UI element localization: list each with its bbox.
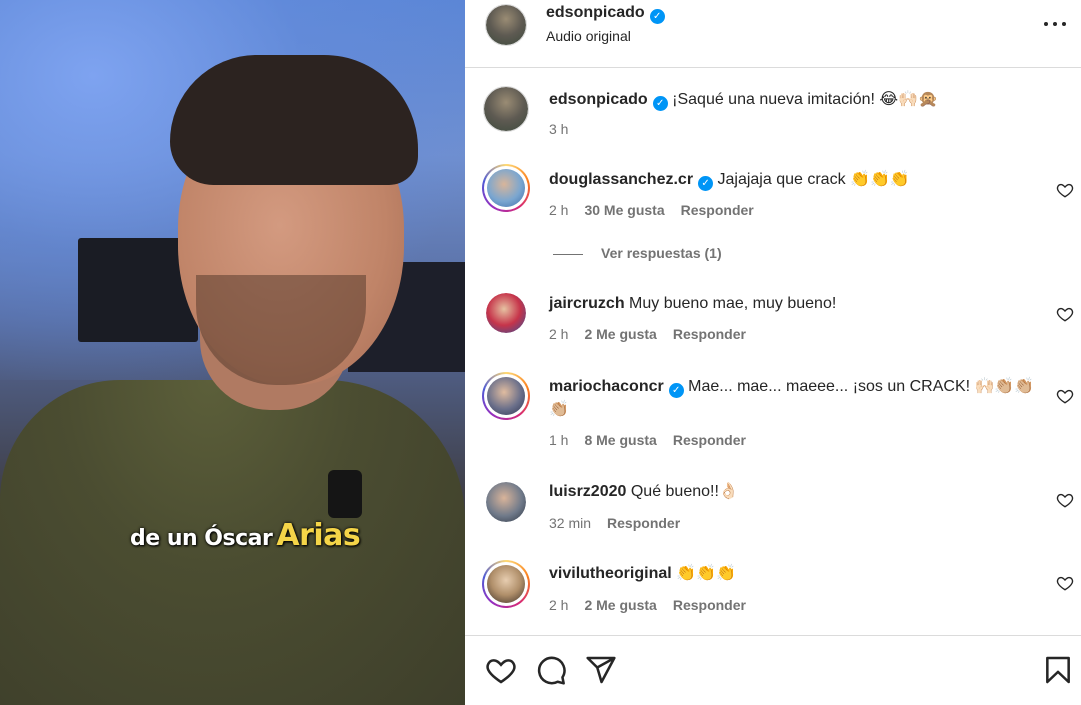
comment-text: 👏👏👏: [676, 565, 736, 582]
verified-badge-icon: ✓: [698, 176, 714, 191]
verified-badge-icon: ✓: [649, 9, 665, 24]
heart-icon[interactable]: [1056, 491, 1074, 509]
video-caption-big: Arias: [276, 518, 361, 553]
reply-button[interactable]: Responder: [673, 432, 746, 448]
comment-time: 2 h: [549, 326, 569, 342]
reply-button[interactable]: Responder: [607, 515, 680, 531]
caption-username[interactable]: edsonpicado: [549, 91, 648, 108]
heart-icon[interactable]: [485, 654, 517, 686]
view-replies-button[interactable]: Ver respuestas (1): [553, 245, 722, 261]
video-caption-small: de un Óscar: [130, 526, 273, 551]
heart-icon[interactable]: [1056, 387, 1074, 405]
caption-text: ¡Saqué una nueva imitación! 😂🙌🏻🙊: [672, 91, 938, 108]
comment-time: 2 h: [549, 202, 569, 218]
commenter-avatar[interactable]: [482, 372, 530, 420]
comment-icon[interactable]: [535, 654, 567, 686]
video-caption: de un Óscar Arias: [130, 518, 361, 553]
comment-username[interactable]: luisrz2020: [549, 483, 626, 500]
share-icon[interactable]: [585, 654, 617, 686]
video-person-hair: [170, 55, 418, 185]
post-action-bar: [465, 635, 1081, 705]
view-replies-label: Ver respuestas (1): [601, 245, 722, 261]
heart-icon[interactable]: [1056, 305, 1074, 323]
comment-text: Muy bueno mae, muy bueno!: [629, 295, 837, 312]
comment-text: Jajajaja que crack 👏👏👏: [717, 171, 910, 188]
author-avatar[interactable]: [485, 4, 527, 46]
comment-likes[interactable]: 30 Me gusta: [584, 202, 664, 218]
comment-likes[interactable]: 8 Me gusta: [584, 432, 656, 448]
caption-time: 3 h: [549, 121, 569, 137]
commenter-avatar[interactable]: [482, 164, 530, 212]
verified-badge-icon: ✓: [668, 383, 684, 398]
post-header: edsonpicado ✓ Audio original: [465, 0, 1081, 68]
audio-label[interactable]: Audio original: [546, 28, 631, 44]
commenter-avatar[interactable]: [486, 293, 526, 333]
comment-likes[interactable]: 2 Me gusta: [584, 326, 656, 342]
reply-button[interactable]: Responder: [673, 326, 746, 342]
comment-text: Qué bueno!!👌🏻: [630, 483, 739, 500]
post-panel: edsonpicado ✓ Audio original edsonpicado ✓…: [465, 0, 1081, 705]
more-icon[interactable]: [1041, 10, 1069, 38]
author-username[interactable]: edsonpicado: [546, 4, 645, 21]
comment-likes[interactable]: 2 Me gusta: [584, 597, 656, 613]
caption-author-avatar[interactable]: [483, 86, 529, 132]
comment-username[interactable]: jaircruzch: [549, 295, 625, 312]
heart-icon[interactable]: [1056, 181, 1074, 199]
heart-icon[interactable]: [1056, 574, 1074, 592]
commenter-avatar[interactable]: [482, 560, 530, 608]
bookmark-icon[interactable]: [1042, 654, 1074, 686]
comment-username[interactable]: mariochaconcr: [549, 378, 664, 395]
comment-time: 32 min: [549, 515, 592, 531]
comment-time: 1 h: [549, 432, 569, 448]
verified-badge-icon: ✓: [652, 96, 668, 111]
comment-username[interactable]: douglassanchez.cr: [549, 171, 693, 188]
reply-button[interactable]: Responder: [681, 202, 754, 218]
reel-video[interactable]: de un Óscar Arias: [0, 0, 465, 705]
commenter-avatar[interactable]: [486, 482, 526, 522]
comment-time: 2 h: [549, 597, 569, 613]
video-lapel-mic: [328, 470, 362, 518]
reply-button[interactable]: Responder: [673, 597, 746, 613]
replies-divider-line: [553, 253, 583, 255]
comment-username[interactable]: viviluthe​original: [549, 565, 672, 582]
